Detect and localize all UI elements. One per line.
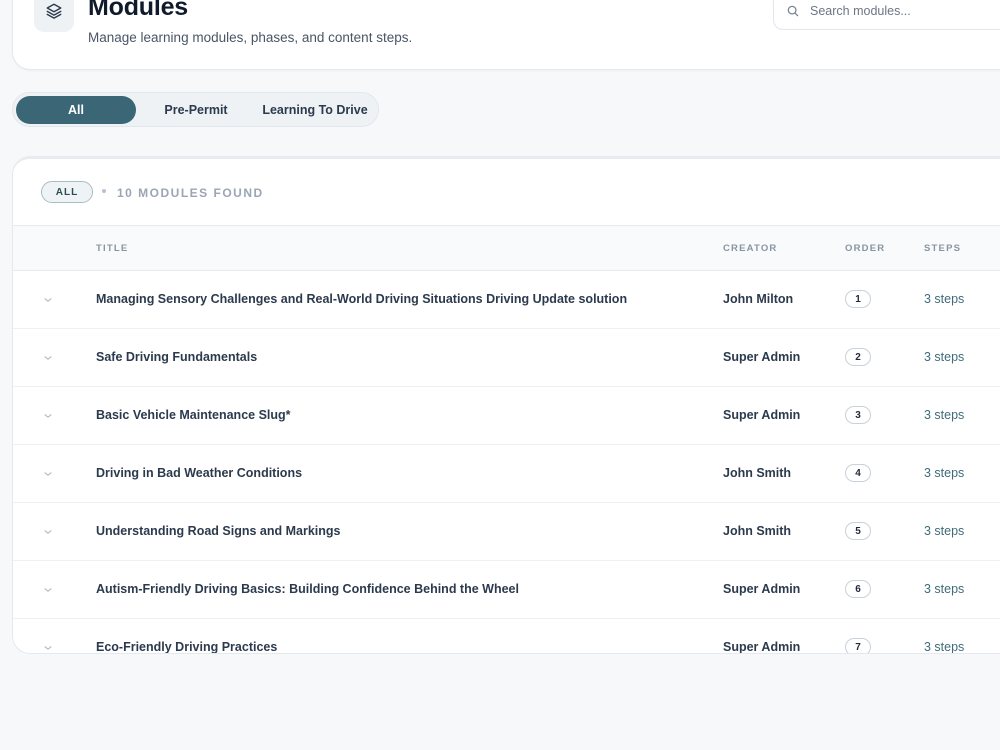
tab-pre-permit[interactable]: Pre-Permit [136, 96, 256, 124]
filter-badge: ALL [41, 181, 93, 203]
module-creator: Super Admin [723, 350, 801, 364]
separator-dot [102, 189, 106, 193]
module-title: Basic Vehicle Maintenance Slug* [96, 408, 291, 422]
table-row[interactable]: Autism-Friendly Driving Basics: Building… [13, 561, 1000, 619]
module-title: Eco-Friendly Driving Practices [96, 640, 278, 654]
module-title: Driving in Bad Weather Conditions [96, 466, 303, 480]
column-header-creator[interactable]: CREATOR [723, 243, 778, 254]
steps-count[interactable]: 3 steps [924, 640, 964, 653]
chevron-down-icon[interactable] [41, 409, 55, 423]
column-header-order[interactable]: ORDER [845, 243, 885, 254]
tab-learning-to-drive[interactable]: Learning To Drive [256, 96, 374, 124]
order-badge: 6 [845, 580, 871, 598]
module-title: Autism-Friendly Driving Basics: Building… [96, 582, 519, 596]
steps-count[interactable]: 3 steps [924, 408, 964, 422]
layers-icon [34, 0, 74, 32]
table-row[interactable]: Managing Sensory Challenges and Real-Wor… [13, 271, 1000, 329]
module-creator: John Milton [723, 292, 794, 306]
search-box[interactable] [773, 0, 1000, 30]
table-body: Managing Sensory Challenges and Real-Wor… [13, 271, 1000, 654]
results-count: 10 MODULES FOUND [117, 186, 264, 200]
table-row[interactable]: Eco-Friendly Driving Practices Super Adm… [13, 619, 1000, 654]
steps-count[interactable]: 3 steps [924, 466, 964, 480]
module-title: Managing Sensory Challenges and Real-Wor… [96, 292, 628, 306]
table-row[interactable]: Driving in Bad Weather Conditions John S… [13, 445, 1000, 503]
steps-count[interactable]: 3 steps [924, 582, 964, 596]
chevron-down-icon[interactable] [41, 351, 55, 365]
module-creator: Super Admin [723, 640, 801, 654]
order-badge: 3 [845, 406, 871, 424]
module-creator: Super Admin [723, 582, 801, 596]
steps-count[interactable]: 3 steps [924, 292, 964, 306]
chevron-down-icon[interactable] [41, 467, 55, 481]
chevron-down-icon[interactable] [41, 641, 55, 653]
modules-page: Modules Manage learning modules, phases,… [0, 0, 1000, 750]
module-creator: Super Admin [723, 408, 801, 422]
order-badge: 7 [845, 638, 871, 653]
module-creator: John Smith [723, 524, 792, 538]
page-title: Modules [88, 0, 188, 21]
order-badge: 2 [845, 348, 871, 366]
table-header: TITLE CREATOR ORDER STEPS [13, 225, 1000, 271]
chevron-down-icon[interactable] [41, 525, 55, 539]
module-title: Understanding Road Signs and Markings [96, 524, 341, 538]
card-summary: ALL 10 MODULES FOUND [13, 159, 1000, 227]
search-icon [786, 4, 800, 18]
column-header-title[interactable]: TITLE [96, 243, 128, 254]
steps-count[interactable]: 3 steps [924, 524, 964, 538]
modules-card: ALL 10 MODULES FOUND TITLE CREATOR ORDER… [12, 156, 1000, 654]
order-badge: 4 [845, 464, 871, 482]
table-row[interactable]: Understanding Road Signs and Markings Jo… [13, 503, 1000, 561]
module-title: Safe Driving Fundamentals [96, 350, 258, 364]
steps-count[interactable]: 3 steps [924, 350, 964, 364]
table-row[interactable]: Basic Vehicle Maintenance Slug* Super Ad… [13, 387, 1000, 445]
table-row[interactable]: Safe Driving Fundamentals Super Admin 2 … [13, 329, 1000, 387]
phase-tabs: All Pre-Permit Learning To Drive [12, 92, 379, 127]
chevron-down-icon[interactable] [41, 583, 55, 597]
chevron-down-icon[interactable] [41, 293, 55, 307]
order-badge: 1 [845, 290, 871, 308]
order-badge: 5 [845, 522, 871, 540]
module-creator: John Smith [723, 466, 792, 480]
column-header-steps[interactable]: STEPS [924, 243, 961, 254]
search-input[interactable] [810, 4, 990, 18]
tab-all[interactable]: All [16, 95, 136, 124]
page-subtitle: Manage learning modules, phases, and con… [88, 30, 413, 45]
